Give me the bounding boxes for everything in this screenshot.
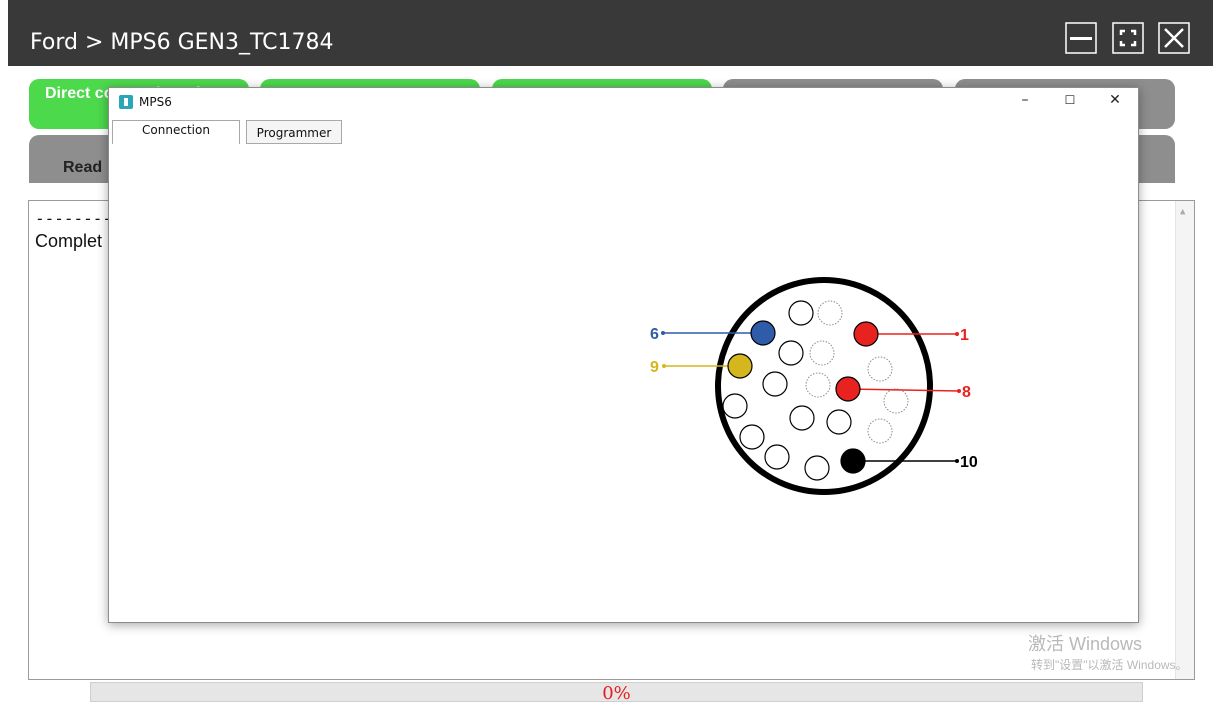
connector-pin <box>826 409 852 435</box>
pin-10-lead-end <box>955 459 959 463</box>
activation-watermark-subtitle: 转到"设置"以激活 Windows。 <box>1031 658 1188 672</box>
dialog-maximize-icon[interactable]: ☐ <box>1060 93 1080 111</box>
connector-pinout-diagram: 1 6 8 9 10 <box>650 277 978 495</box>
pin-10 <box>840 448 866 474</box>
connector-pin <box>867 356 893 382</box>
tab-connection[interactable]: Connection <box>112 120 240 144</box>
pin-9 <box>727 353 753 379</box>
connector-pin <box>867 418 893 444</box>
pin-1-lead-end <box>955 332 959 336</box>
log-line: Complet <box>35 231 103 251</box>
fullscreen-icon[interactable] <box>1112 22 1144 54</box>
connector-pin <box>809 340 835 366</box>
app-title-bar: Ford > MPS6 GEN3_TC1784 <box>8 0 1213 66</box>
dialog-close-icon[interactable]: ✕ <box>1105 92 1125 110</box>
connector-pin <box>789 405 815 431</box>
pin-8-lead <box>847 388 960 392</box>
log-scrollbar[interactable]: ▲ <box>1175 201 1194 679</box>
pin-1-label: 1 <box>960 327 969 344</box>
pin-10-label: 10 <box>960 454 978 471</box>
connector-pin <box>778 340 804 366</box>
connector-pin <box>817 300 843 326</box>
dialog-title: MPS6 <box>139 95 172 109</box>
pin-6 <box>750 320 776 346</box>
pin-8-label: 8 <box>962 384 971 401</box>
pin-9-lead-end <box>662 364 666 368</box>
log-line: -------- <box>35 209 113 228</box>
connector-pin <box>788 300 814 326</box>
dialog-minimize-icon[interactable]: – <box>1015 92 1035 110</box>
connector-pin <box>804 455 830 481</box>
activation-watermark-title: 激活 Windows <box>1028 634 1143 654</box>
pin-6-label: 6 <box>650 326 659 343</box>
close-icon[interactable] <box>1158 22 1190 54</box>
connector-pin <box>764 444 790 470</box>
scroll-up-icon[interactable]: ▲ <box>1180 207 1185 217</box>
pin-9-label: 9 <box>650 359 659 376</box>
app-title: Ford > MPS6 GEN3_TC1784 <box>30 30 334 55</box>
progress-bar: 0% <box>90 682 1143 704</box>
connector-pin <box>762 371 788 397</box>
minimize-icon[interactable] <box>1065 22 1097 54</box>
pin-6-lead-end <box>661 331 665 335</box>
connector-pin <box>722 393 748 419</box>
tab-programmer[interactable]: Programmer <box>246 120 342 144</box>
mps6-dialog: MPS6 – ☐ ✕ Connection Programmer 1 6 8 9… <box>108 87 1139 623</box>
connector-pin <box>883 388 909 414</box>
pin-8 <box>835 376 861 402</box>
app-icon <box>119 95 133 109</box>
connector-pin <box>739 424 765 450</box>
connector-pin <box>805 372 831 398</box>
tab-label: Read <box>63 159 103 176</box>
pin-1 <box>853 321 879 347</box>
pin-8-lead-end <box>957 389 961 393</box>
